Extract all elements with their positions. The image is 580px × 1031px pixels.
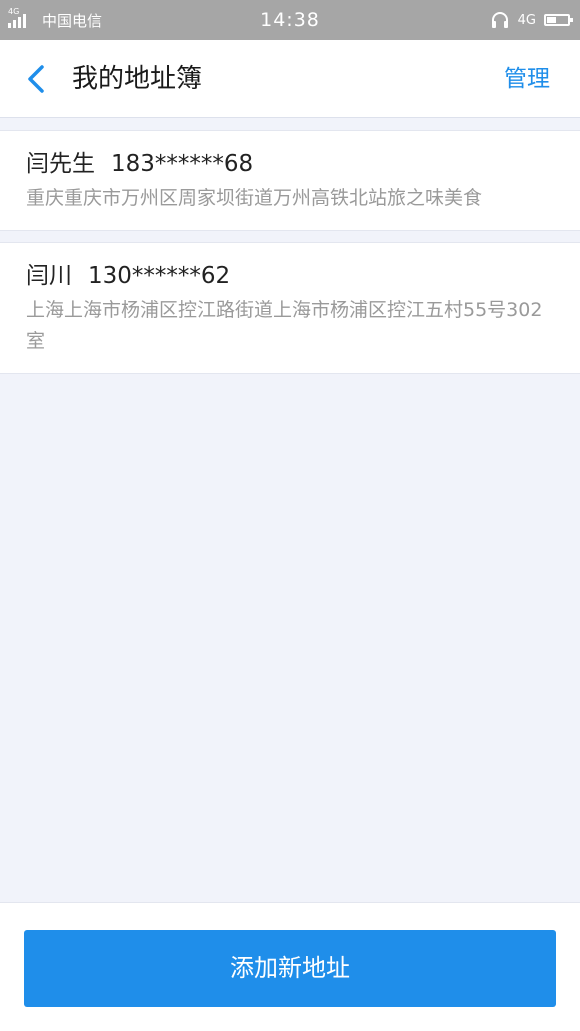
- page-title: 我的地址簿: [72, 64, 203, 94]
- battery-icon: [544, 14, 573, 26]
- contact-line: 闫川 130******62: [26, 257, 554, 295]
- address-text: 上海上海市杨浦区控江路街道上海市杨浦区控江五村55号302室: [26, 299, 543, 352]
- status-right: 4G: [490, 0, 573, 40]
- address-card[interactable]: 闫川 130******62 上海上海市杨浦区控江路街道上海市杨浦区控江五村55号…: [0, 242, 580, 374]
- network-type: 4G: [517, 12, 536, 28]
- headphones-icon: [491, 12, 508, 28]
- contact-name: 闫川: [26, 263, 72, 289]
- add-address-button[interactable]: 添加新地址: [24, 930, 556, 1007]
- address-text: 重庆重庆市万州区周家坝街道万州高铁北站旅之味美食: [26, 187, 483, 209]
- header-bar: 我的地址簿 管理: [0, 40, 580, 118]
- contact-line: 闫先生 183******68: [26, 145, 554, 183]
- bottom-bar: 添加新地址: [0, 902, 580, 1031]
- status-bar: 4G 中国电信 14:38 4G: [0, 0, 580, 40]
- contact-phone: 183******68: [111, 151, 254, 177]
- address-card[interactable]: 闫先生 183******68 重庆重庆市万州区周家坝街道万州高铁北站旅之味美食: [0, 130, 580, 231]
- address-list: 闫先生 183******68 重庆重庆市万州区周家坝街道万州高铁北站旅之味美食 …: [0, 130, 580, 385]
- chevron-left-icon[interactable]: [24, 62, 50, 96]
- manage-button[interactable]: 管理: [504, 40, 550, 118]
- contact-phone: 130******62: [88, 263, 231, 289]
- contact-name: 闫先生: [26, 151, 95, 177]
